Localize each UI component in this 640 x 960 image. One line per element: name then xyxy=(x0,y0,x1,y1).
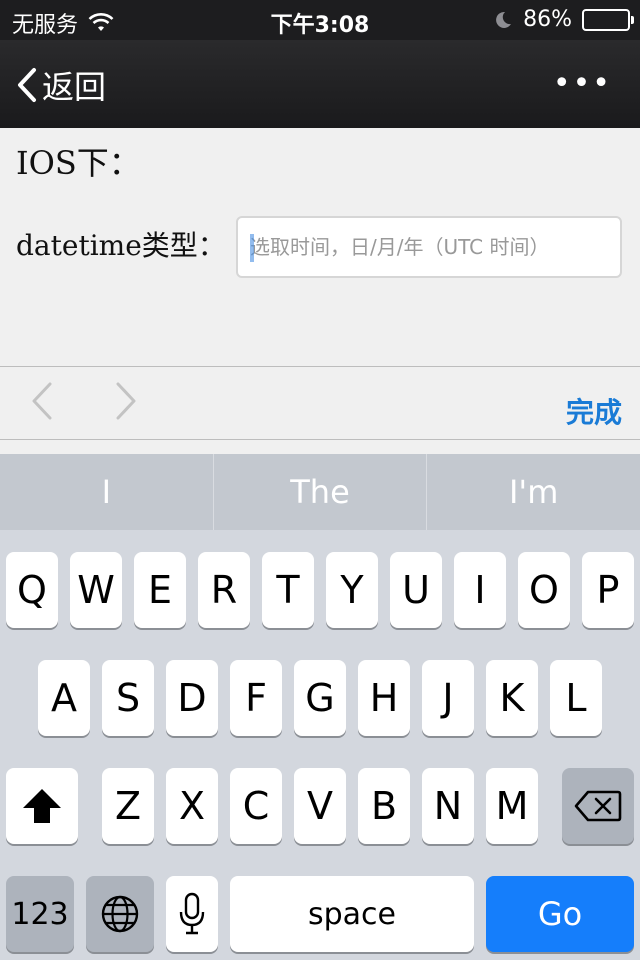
key-m[interactable]: M xyxy=(486,768,538,844)
key-y[interactable]: Y xyxy=(326,552,378,628)
battery-percent: 86% xyxy=(523,7,572,32)
shift-arrow-icon xyxy=(23,789,61,823)
key-f[interactable]: F xyxy=(230,660,282,736)
key-x[interactable]: X xyxy=(166,768,218,844)
key-i[interactable]: I xyxy=(454,552,506,628)
key-q[interactable]: Q xyxy=(6,552,58,628)
back-label: 返回 xyxy=(42,68,107,106)
moon-icon xyxy=(493,10,513,30)
space-key[interactable]: space xyxy=(230,876,474,952)
status-bar: 无服务 下午3:08 86% xyxy=(0,0,640,40)
page-content: IOS下： datetime类型： xyxy=(0,128,640,366)
key-h[interactable]: H xyxy=(358,660,410,736)
numbers-key[interactable]: 123 xyxy=(6,876,74,952)
dictation-key[interactable] xyxy=(166,876,218,952)
chevron-left-icon xyxy=(32,382,52,420)
key-k[interactable]: K xyxy=(486,660,538,736)
delete-key[interactable] xyxy=(562,768,634,844)
predictive-text-bar: I The I'm xyxy=(0,454,640,530)
keyboard-accessory-bar: 完成 xyxy=(0,366,640,440)
suggestion-3[interactable]: I'm xyxy=(426,454,640,530)
status-right-group: 86% xyxy=(493,7,634,32)
key-t[interactable]: T xyxy=(262,552,314,628)
chevron-left-icon xyxy=(16,67,38,103)
datetime-input[interactable] xyxy=(236,216,622,278)
chevron-right-icon xyxy=(116,382,136,420)
backspace-icon xyxy=(574,790,622,822)
shift-key[interactable] xyxy=(6,768,78,844)
key-e[interactable]: E xyxy=(134,552,186,628)
key-w[interactable]: W xyxy=(70,552,122,628)
key-r[interactable]: R xyxy=(198,552,250,628)
key-p[interactable]: P xyxy=(582,552,634,628)
key-s[interactable]: S xyxy=(102,660,154,736)
key-o[interactable]: O xyxy=(518,552,570,628)
key-n[interactable]: N xyxy=(422,768,474,844)
nav-bar: 返回 ••• xyxy=(0,40,640,128)
datetime-field-label: datetime类型： xyxy=(16,229,226,262)
keyboard: Q W E R T Y U I O P A S D F G H J K L Z … xyxy=(0,530,640,960)
globe-icon xyxy=(101,895,139,933)
page-heading: IOS下： xyxy=(16,144,141,182)
key-u[interactable]: U xyxy=(390,552,442,628)
globe-key[interactable] xyxy=(86,876,154,952)
next-field-button[interactable] xyxy=(114,381,138,421)
microphone-icon xyxy=(179,892,205,935)
battery-icon xyxy=(582,8,634,31)
key-a[interactable]: A xyxy=(38,660,90,736)
suggestion-1[interactable]: I xyxy=(0,454,213,530)
key-z[interactable]: Z xyxy=(102,768,154,844)
key-l[interactable]: L xyxy=(550,660,602,736)
key-d[interactable]: D xyxy=(166,660,218,736)
done-button[interactable]: 完成 xyxy=(566,391,622,431)
key-g[interactable]: G xyxy=(294,660,346,736)
previous-field-button[interactable] xyxy=(30,381,54,421)
back-button[interactable]: 返回 xyxy=(16,62,106,108)
key-c[interactable]: C xyxy=(230,768,282,844)
key-v[interactable]: V xyxy=(294,768,346,844)
key-b[interactable]: B xyxy=(358,768,410,844)
go-key[interactable]: Go xyxy=(486,876,634,952)
key-j[interactable]: J xyxy=(422,660,474,736)
more-button[interactable]: ••• xyxy=(553,66,612,101)
text-caret xyxy=(250,234,254,262)
suggestion-2[interactable]: The xyxy=(212,454,427,530)
